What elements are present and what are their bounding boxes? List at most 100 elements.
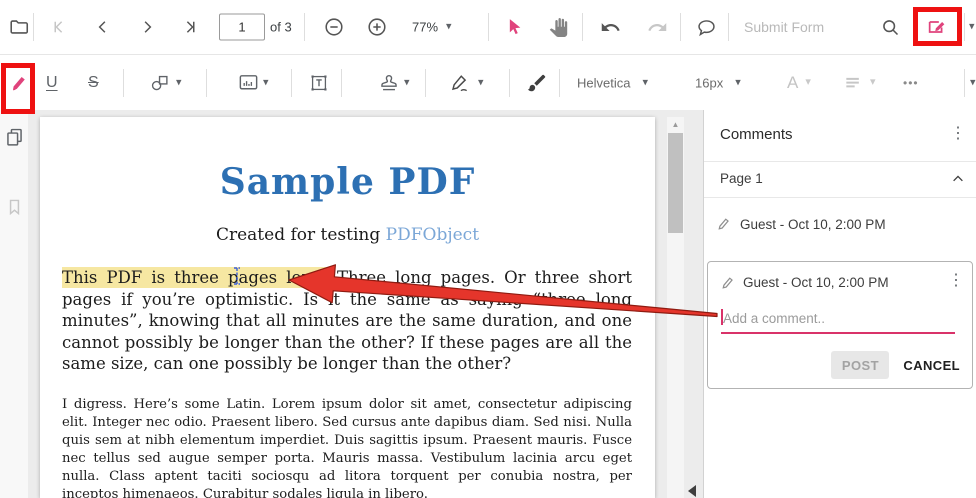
zoom-level-value: 77% — [412, 19, 439, 35]
annotation-toolbar: U S ▾ ▾ ▾ ▾ Helvetica ▾ 16px ▾ A ▾ ▾ •••… — [0, 55, 976, 111]
edit-annotations-button[interactable] — [923, 13, 951, 41]
comment-item[interactable]: Guest - Oct 10, 2:00 PM — [704, 207, 976, 241]
redo-icon — [647, 22, 666, 31]
document-area: Sample PDF Created for testing PDFObject… — [28, 110, 703, 498]
scroll-up-arrow-icon[interactable]: ▲ — [667, 119, 684, 131]
divider — [341, 68, 342, 97]
submit-form-button[interactable]: Submit Form — [744, 19, 824, 35]
comment-author: Guest - Oct 10, 2:00 PM — [743, 275, 889, 290]
select-tool-button[interactable] — [500, 13, 528, 41]
chevron-down-icon[interactable]: ▾ — [478, 77, 484, 88]
comment-actions: POST CANCEL — [831, 351, 960, 379]
chevron-down-icon[interactable]: ▾ — [176, 77, 182, 88]
zoom-out-button[interactable] — [320, 13, 348, 41]
first-page-button[interactable] — [45, 13, 73, 41]
chevron-right-icon — [144, 21, 152, 33]
comments-header: Comments ⋮ — [704, 110, 976, 162]
zoom-level-dropdown[interactable]: 77% ▾ — [412, 20, 452, 35]
divider — [123, 68, 124, 97]
divider — [559, 68, 560, 97]
kebab-menu-icon[interactable]: ⋮ — [948, 273, 964, 289]
chevron-down-icon: ▾ — [735, 76, 741, 88]
chevron-left-icon — [98, 21, 106, 33]
image-tool-button[interactable] — [234, 69, 262, 97]
post-button[interactable]: POST — [831, 351, 890, 379]
chevron-down-icon[interactable]: ▾ — [263, 77, 269, 88]
text-color-label: A — [787, 72, 799, 92]
brush-icon — [527, 74, 546, 91]
divider — [206, 68, 207, 97]
divider — [964, 13, 965, 41]
font-family-dropdown[interactable]: Helvetica ▾ — [577, 75, 648, 90]
edit-annotation-icon — [928, 21, 945, 33]
font-family-value: Helvetica — [577, 75, 631, 90]
pdf-page: Sample PDF Created for testing PDFObject… — [40, 117, 655, 498]
highlighter-icon — [13, 76, 25, 90]
search-button[interactable] — [876, 13, 904, 41]
textbox-tool-button[interactable] — [305, 69, 333, 97]
text-align-dropdown[interactable]: ▾ — [843, 73, 876, 93]
divider — [728, 13, 729, 41]
pdf-viewer-app: of 3 77% ▾ — [0, 0, 976, 498]
active-comment-card: Guest - Oct 10, 2:00 PM ⋮ POST CANCEL — [707, 261, 973, 389]
more-options-button[interactable]: ••• — [903, 76, 919, 90]
fountain-pen-icon — [452, 74, 468, 91]
page-number-input[interactable] — [219, 13, 265, 41]
chevron-down-icon[interactable]: ▾ — [404, 77, 410, 88]
font-size-dropdown[interactable]: 16px ▾ — [695, 75, 741, 90]
speech-bubble-icon — [697, 19, 715, 36]
highlight-pen-icon — [718, 218, 729, 230]
previous-page-button[interactable] — [89, 13, 117, 41]
chevron-up-icon — [953, 175, 963, 182]
comment-author: Guest - Oct 10, 2:00 PM — [740, 217, 886, 232]
chevron-down-icon: ▾ — [805, 76, 811, 88]
page-thumbnails-button[interactable] — [4, 126, 25, 148]
chevron-down-icon[interactable]: ▾ — [970, 77, 976, 88]
page-count-label: of 3 — [270, 19, 292, 35]
bookmark-icon — [9, 199, 20, 216]
first-page-icon — [54, 21, 63, 33]
section-label: Page 1 — [720, 171, 763, 186]
zoom-in-button[interactable] — [363, 13, 391, 41]
divider — [680, 13, 681, 41]
pan-tool-button[interactable] — [544, 13, 572, 41]
hand-icon — [549, 17, 567, 37]
cancel-button[interactable]: CANCEL — [903, 358, 960, 373]
divider — [304, 13, 305, 41]
underline-tool-button[interactable]: U — [46, 74, 58, 92]
text-cursor — [721, 309, 723, 325]
divider — [582, 13, 583, 41]
stamp-icon — [381, 74, 397, 90]
bookmarks-button[interactable] — [4, 196, 25, 218]
highlight-annotation[interactable]: This PDF is three pages long. — [62, 267, 328, 288]
paragraph-2: I digress. Here’s some Latin. Lorem ipsu… — [62, 396, 632, 498]
last-page-icon — [186, 21, 195, 33]
strikethrough-tool-button[interactable]: S — [88, 74, 99, 92]
last-page-button[interactable] — [176, 13, 204, 41]
chevron-down-icon[interactable]: ▾ — [969, 21, 975, 33]
highlight-tool-button[interactable] — [6, 69, 34, 97]
comment-tool-button[interactable] — [692, 13, 720, 41]
zoom-in-icon — [368, 18, 386, 36]
text-color-dropdown[interactable]: A ▾ — [787, 73, 811, 93]
vertical-scrollbar[interactable]: ▲ — [667, 117, 684, 498]
scrollbar-thumb[interactable] — [668, 133, 683, 233]
next-page-button[interactable] — [133, 13, 161, 41]
open-file-button[interactable] — [5, 13, 33, 41]
document-subtitle: Created for testing PDFObject — [40, 225, 655, 245]
kebab-menu-icon[interactable]: ⋮ — [950, 126, 966, 142]
redo-button[interactable] — [643, 13, 671, 41]
comment-input[interactable] — [721, 304, 959, 332]
shapes-tool-button[interactable] — [146, 69, 174, 97]
panel-collapse-arrow[interactable] — [688, 485, 696, 497]
left-sidebar — [0, 110, 28, 498]
signature-tool-button[interactable] — [446, 69, 474, 97]
stamp-tool-button[interactable] — [375, 69, 403, 97]
freehand-tool-button[interactable] — [523, 69, 551, 97]
subtitle-text: Created for testing — [215, 225, 386, 245]
paragraph-1: This PDF is three pages long. Three long… — [40, 267, 655, 375]
page-1-section-header[interactable]: Page 1 — [704, 162, 976, 198]
undo-button[interactable] — [596, 13, 624, 41]
pdfobject-link[interactable]: PDFObject — [386, 225, 479, 245]
font-size-value: 16px — [695, 75, 724, 90]
